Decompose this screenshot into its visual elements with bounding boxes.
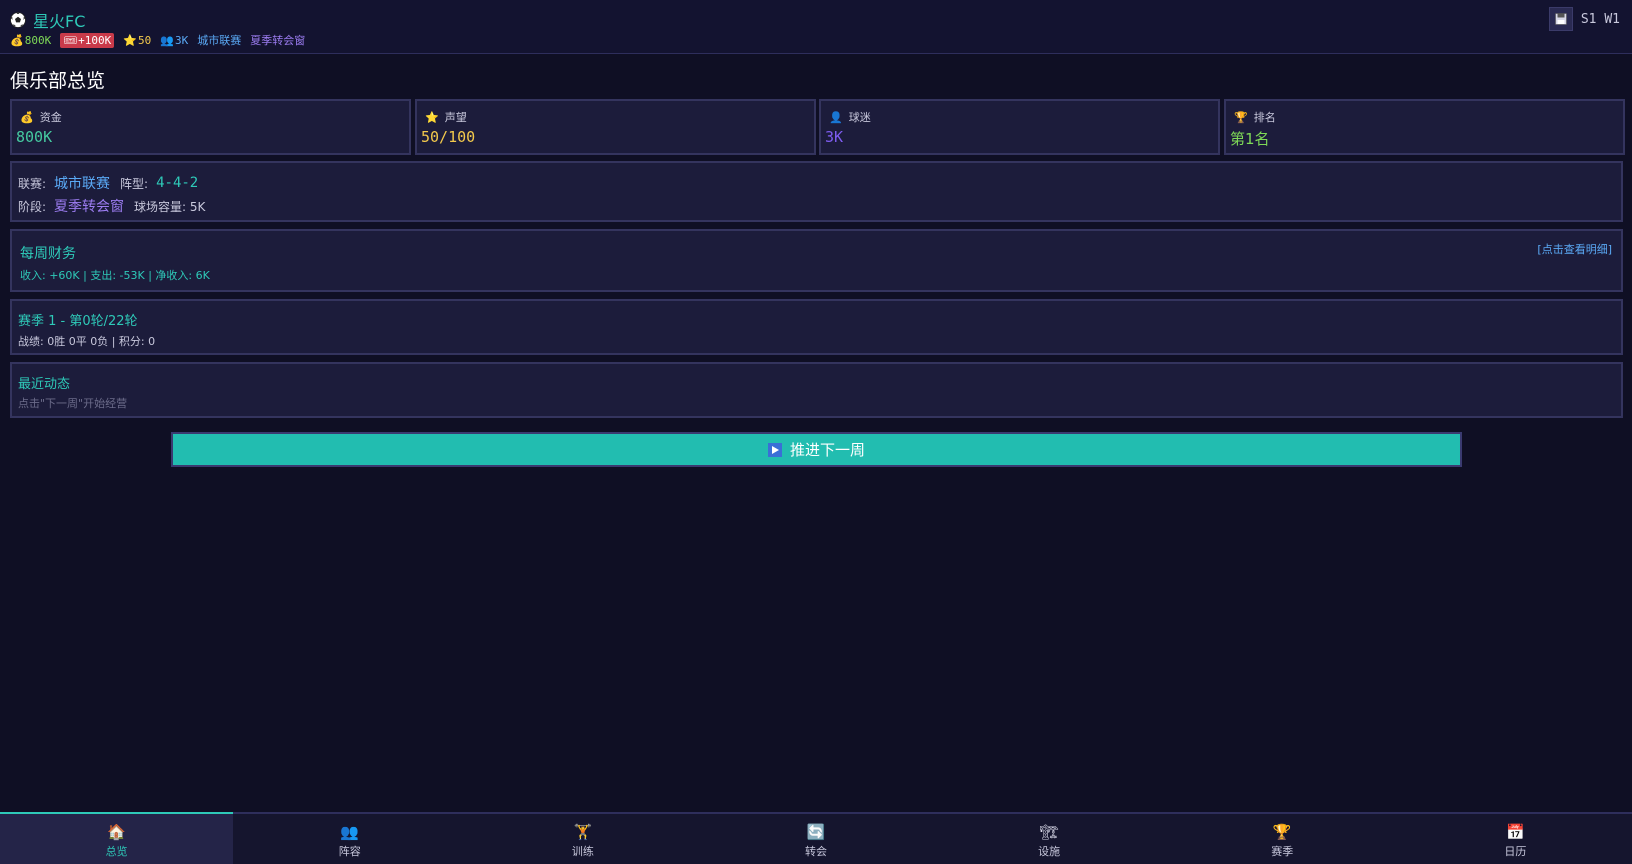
fans-icon: 👤 [829, 110, 843, 124]
bottom-nav: 🏠 总览 👥 阵容 🏋 训练 🔄 转会 🏗 设施 🏆 赛季 📅 日历 [0, 812, 1632, 864]
card-reputation: ⭐ 声望 50/100 [415, 99, 816, 155]
card-value: 800K [16, 128, 53, 146]
news-hint: 点击"下一周"开始经营 [18, 397, 128, 410]
stat-money: 💰 800K [10, 33, 52, 47]
stat-league: 城市联赛 [197, 34, 242, 47]
fans-icon: 👥 [160, 33, 174, 47]
top-right-controls: S1 W1 [1548, 7, 1620, 31]
nav-transfer[interactable]: 🔄 转会 [699, 814, 932, 864]
card-value: 第1名 [1230, 130, 1270, 148]
transfer-icon: 🔄 [806, 823, 826, 841]
card-label: 排名 [1253, 111, 1276, 124]
save-button[interactable] [1548, 7, 1573, 31]
card-value: 50/100 [421, 128, 476, 146]
finance-detail-link[interactable]: [点击查看明细] [1537, 241, 1612, 257]
status-bar: 💰 800K 🎟 +100K ⭐ 50 👥 3K 城市联赛 夏季转会窗 [10, 32, 314, 48]
home-icon: 🏠 [107, 823, 126, 841]
stadium-capacity: 球场容量: 5K [134, 199, 206, 214]
card-label: 声望 [444, 111, 467, 124]
nav-training[interactable]: 🏋 训练 [466, 814, 699, 864]
calendar-icon: 📅 [1506, 823, 1525, 841]
soccer-ball-icon [10, 12, 26, 28]
next-week-button[interactable]: 推进下一周 [171, 432, 1462, 467]
star-icon: ⭐ [425, 110, 439, 124]
trophy-icon: 🏆 [1272, 823, 1292, 841]
finance-title: 每周财务 [20, 246, 76, 262]
season-panel: 赛季 1 - 第0轮/22轮 战绩: 0胜 0平 0负 | 积分: 0 [10, 299, 1623, 355]
club-title: 星火FC [10, 8, 85, 32]
card-label: 球迷 [848, 111, 871, 124]
training-icon: 🏋 [573, 823, 593, 841]
league-info-panel: 联赛: 城市联赛 阵型: 4-4-2 阶段: 夏季转会窗 球场容量: 5K [10, 161, 1623, 222]
top-header: 星火FC 💰 800K 🎟 +100K ⭐ 50 👥 3K 城市联赛 夏季转会窗 S1 … [0, 0, 1632, 54]
squad-icon: 👥 [340, 823, 360, 841]
card-value: 3K [825, 128, 844, 146]
formation-value: 4-4-2 [156, 175, 199, 191]
ticket-icon: 🎟 [63, 33, 78, 47]
card-label: 资金 [39, 111, 62, 124]
play-icon [767, 442, 782, 457]
floppy-disk-icon [1555, 13, 1567, 25]
stat-fans: 👥 3K [160, 33, 189, 47]
club-name: 星火FC [33, 12, 86, 31]
phase-value: 夏季转会窗 [54, 199, 125, 215]
nav-calendar[interactable]: 📅 日历 [1399, 814, 1632, 864]
stat-debt-badge: 🎟 +100K [60, 32, 115, 48]
trophy-icon: 🏆 [1234, 110, 1248, 124]
next-week-label: 推进下一周 [789, 441, 865, 459]
news-title: 最近动态 [18, 377, 71, 392]
weekly-finance-panel[interactable]: 每周财务 收入: +60K | 支出: -53K | 净收入: 6K [点击查看… [10, 229, 1623, 292]
stat-phase: 夏季转会窗 [250, 34, 306, 47]
money-bag-icon: 💰 [20, 110, 34, 124]
finance-detail: 收入: +60K | 支出: -53K | 净收入: 6K [20, 269, 210, 282]
stat-reputation: ⭐ 50 [123, 33, 152, 47]
card-fans: 👤 球迷 3K [819, 99, 1220, 155]
recent-news-panel: 最近动态 点击"下一周"开始经营 [10, 362, 1623, 418]
facility-icon: 🏗 [1039, 823, 1059, 841]
page-title: 俱乐部总览 [10, 70, 106, 92]
nav-overview[interactable]: 🏠 总览 [0, 812, 234, 864]
league-value: 城市联赛 [54, 176, 111, 192]
nav-squad[interactable]: 👥 阵容 [233, 814, 466, 864]
star-icon: ⭐ [123, 33, 137, 47]
nav-facility[interactable]: 🏗 设施 [933, 814, 1166, 864]
phase-label: 阶段: [18, 199, 47, 214]
card-money: 💰 资金 800K [10, 99, 411, 155]
card-rank: 🏆 排名 第1名 [1224, 99, 1625, 155]
formation-label: 阵型: [120, 176, 149, 191]
season-record: 战绩: 0胜 0平 0负 | 积分: 0 [18, 335, 156, 348]
season-week-indicator: S1 W1 [1580, 11, 1620, 27]
season-title: 赛季 1 - 第0轮/22轮 [18, 314, 138, 329]
nav-season[interactable]: 🏆 赛季 [1166, 814, 1399, 864]
league-label: 联赛: [18, 176, 47, 191]
money-bag-icon: 💰 [10, 33, 24, 47]
